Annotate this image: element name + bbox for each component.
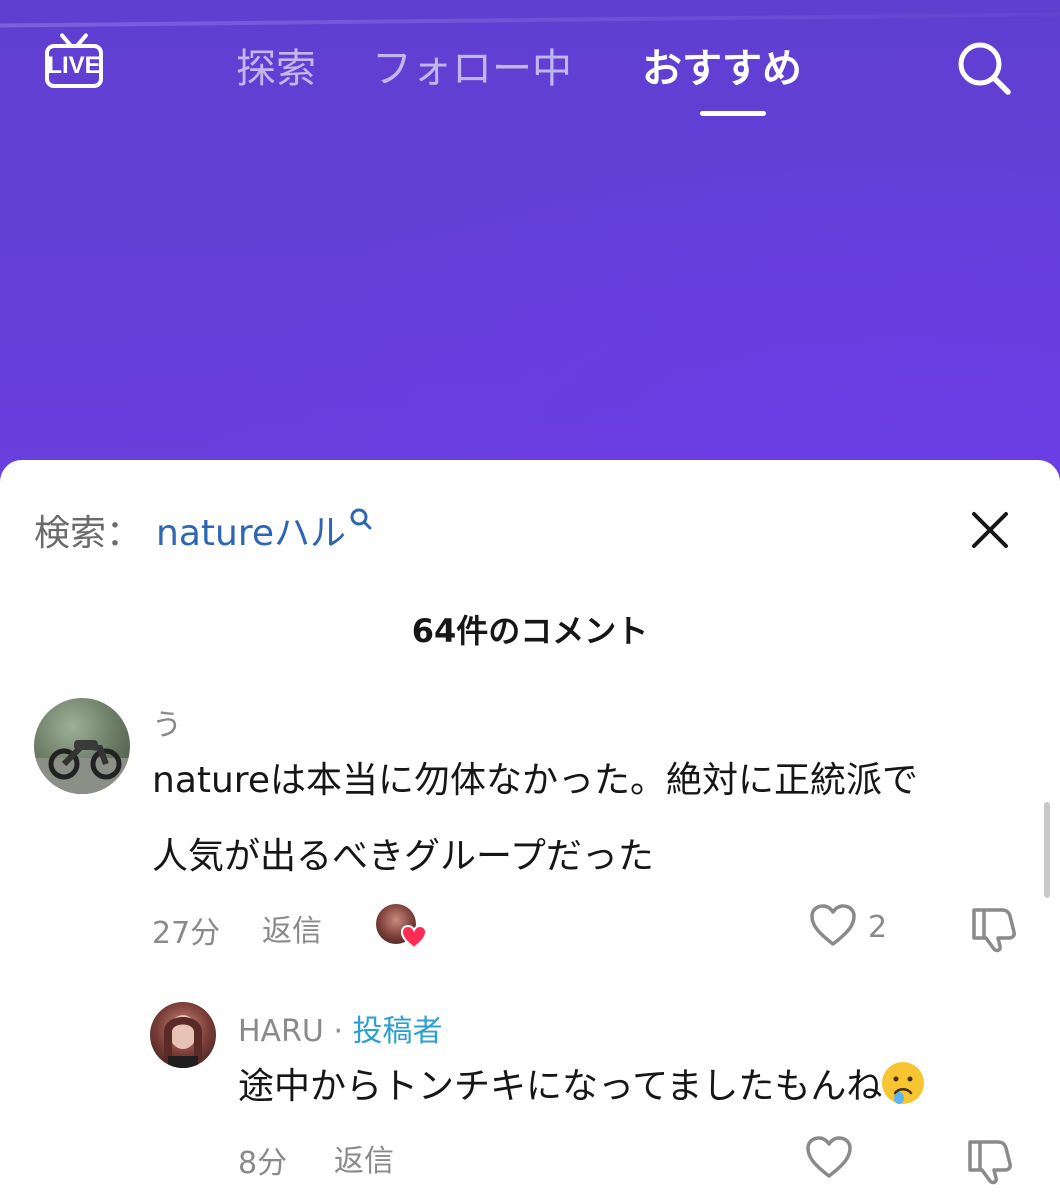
scrollbar[interactable] — [1044, 802, 1050, 898]
like-heart-icon[interactable] — [804, 1134, 854, 1184]
avatar[interactable] — [150, 1002, 216, 1068]
tab-for-you[interactable]: おすすめ — [642, 36, 802, 94]
search-prefix: 検索： — [34, 513, 143, 554]
like-count: 2 — [868, 910, 888, 945]
crying-face-emoji — [882, 1062, 925, 1104]
dislike-icon[interactable] — [968, 904, 1020, 958]
search-term-link[interactable]: natureハル — [156, 513, 346, 554]
ceiling-edge — [0, 12, 1060, 28]
top-tabs: 探索 フォロー中 おすすめ — [0, 36, 1060, 96]
like-heart-icon[interactable] — [808, 902, 858, 952]
reply-text: 途中からトンチキになってましたもんね — [238, 1066, 883, 1107]
reply-username-row: HARU · 投稿者 — [238, 1006, 443, 1050]
dislike-icon[interactable] — [964, 1136, 1016, 1190]
close-icon[interactable] — [968, 508, 1012, 552]
comment-text-line: 人気が出るべきグループだった — [152, 836, 654, 877]
tab-explore[interactable]: 探索 — [236, 36, 316, 94]
tab-following[interactable]: フォロー中 — [372, 36, 572, 94]
search-icon[interactable] — [952, 36, 1016, 100]
reply-button[interactable]: 返信 — [334, 1136, 394, 1180]
reply-text-row: 途中からトンチキになってましたもんね — [238, 1048, 925, 1126]
active-tab-indicator — [700, 111, 766, 116]
avatar[interactable] — [34, 698, 130, 794]
comment-text-line: natureは本当に勿体なかった。絶対に正統派で — [152, 760, 918, 801]
comment-username[interactable]: う — [152, 700, 182, 744]
reply-button[interactable]: 返信 — [262, 906, 322, 950]
separator-dot: · — [333, 1014, 343, 1049]
comment-time: 27分 — [152, 916, 221, 951]
reply-time: 8分 — [238, 1146, 288, 1181]
creator-heart-icon — [400, 924, 428, 950]
related-search[interactable]: 検索： natureハル — [34, 504, 374, 556]
search-mini-icon — [348, 500, 374, 541]
comment-count: 64件のコメント — [411, 612, 649, 650]
reply-username[interactable]: HARU — [238, 1014, 324, 1049]
author-tag: 投稿者 — [352, 1014, 443, 1049]
